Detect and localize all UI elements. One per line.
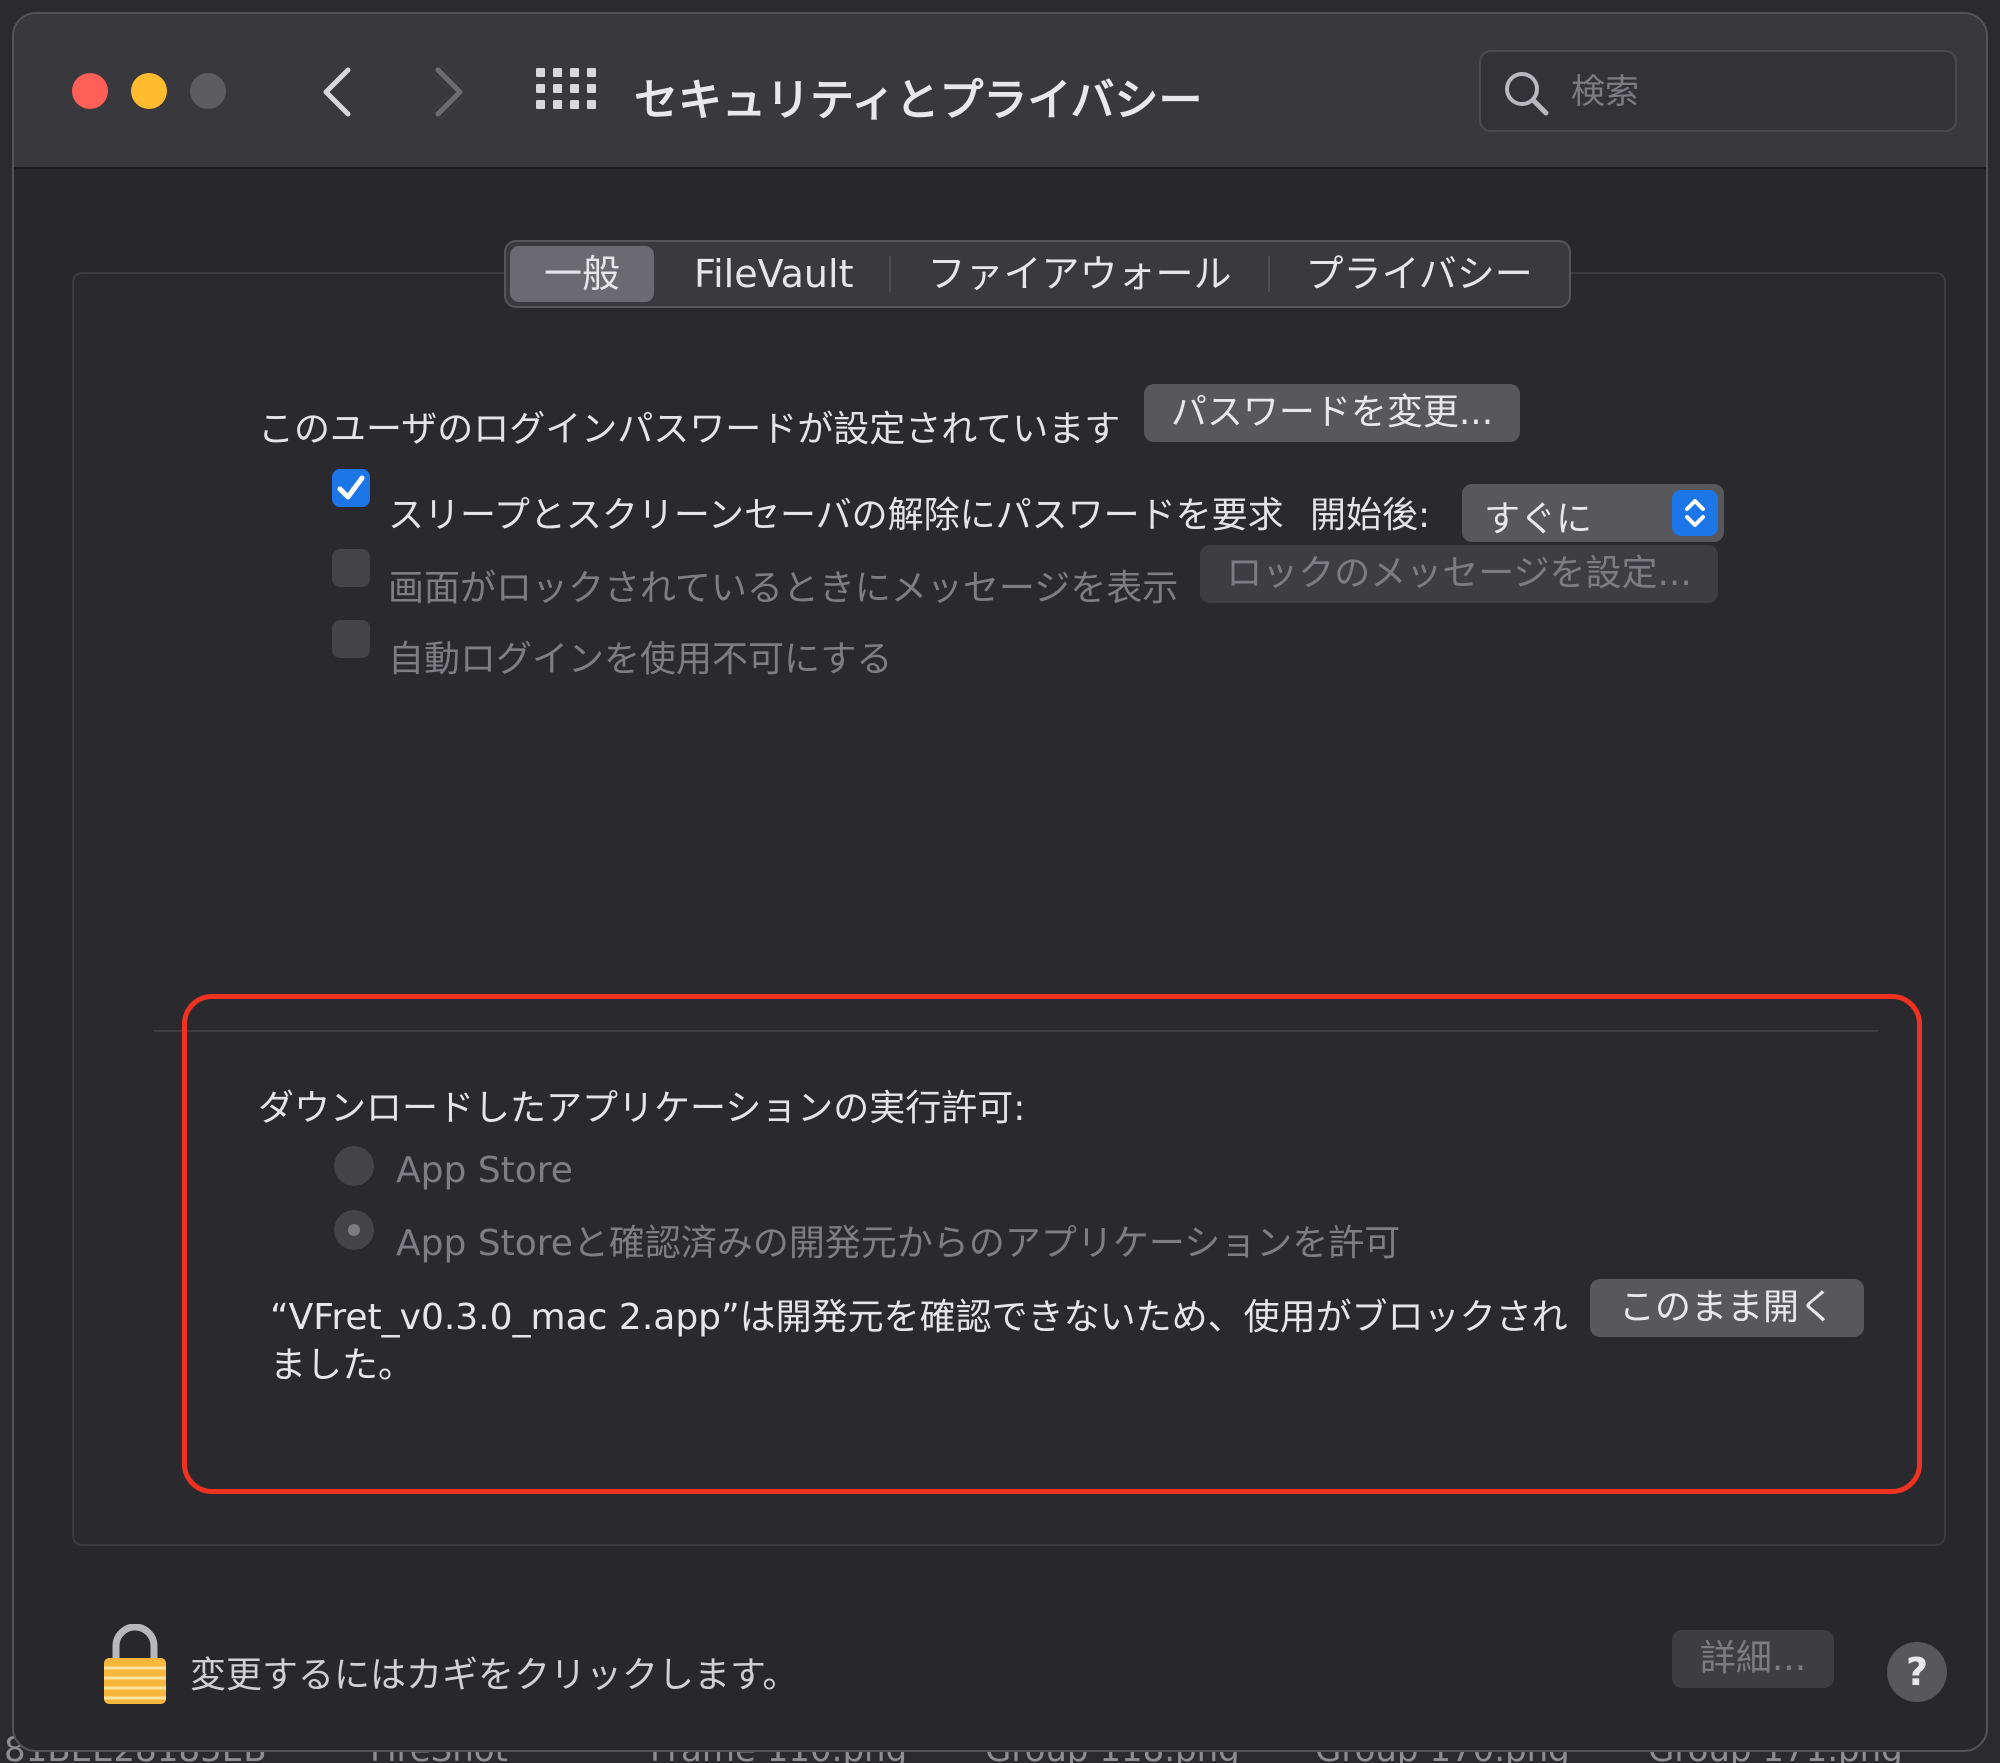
window-title: セキュリティとプライバシー [634,75,1203,126]
help-button[interactable]: ? [1887,1642,1947,1702]
open-anyway-button[interactable]: このまま開く [1590,1279,1864,1337]
radio-app-store-label: App Store [396,1150,573,1191]
tab-general[interactable]: 一般 [510,246,655,302]
password-set-text: このユーザのログインパスワードが設定されています [258,409,1121,450]
select-value: すぐに [1484,499,1593,540]
close-window-button[interactable] [72,73,108,109]
up-down-arrows-icon [1672,490,1718,536]
back-button[interactable] [314,64,364,120]
tab-firewall[interactable]: ファイアウォール [891,242,1267,306]
require-password-checkbox[interactable] [332,469,370,507]
tab-privacy[interactable]: プライバシー [1270,242,1569,306]
radio-app-store[interactable] [334,1146,374,1186]
search-icon [1505,72,1549,116]
checkmark-icon [337,475,365,500]
disable-autologin-checkbox[interactable] [332,620,370,658]
minimize-window-button[interactable] [131,73,167,109]
download-permission-heading: ダウンロードしたアプリケーションの実行許可: [258,1088,1026,1129]
after-label: 開始後: [1310,495,1431,536]
require-password-delay-select[interactable]: すぐに [1462,484,1724,542]
lock-icon[interactable] [100,1623,170,1706]
tab-bar: 一般 FileVault ファイアウォール プライバシー [504,240,1571,308]
disable-autologin-label: 自動ログインを使用不可にする [388,639,893,680]
section-divider [154,1030,1878,1032]
change-password-button[interactable]: パスワードを変更... [1144,384,1520,442]
search-input[interactable] [1569,66,1929,118]
advanced-button[interactable]: 詳細... [1672,1630,1834,1688]
title-bar: セキュリティとプライバシー [14,14,1986,169]
chevron-left-icon [323,67,351,117]
require-password-label: スリープとスクリーンセーバの解除にパスワードを要求 [388,495,1284,536]
radio-app-store-identified-label: App Storeと確認済みの開発元からのアプリケーションを許可 [396,1223,1401,1264]
set-lock-message-button[interactable]: ロックのメッセージを設定... [1200,545,1718,603]
chevron-right-icon [435,67,463,117]
show-all-grid-icon[interactable] [534,66,596,116]
zoom-window-button[interactable] [190,73,226,109]
blocked-app-message: “VFret_v0.3.0_mac 2.app”は開発元を確認できないため、使用… [270,1297,1568,1386]
search-field[interactable] [1479,50,1957,132]
preferences-window: セキュリティとプライバシー 一般 FileVault ファイアウォール プライバ… [12,12,1988,1752]
show-lock-message-checkbox[interactable] [332,549,370,587]
lock-hint-text: 変更するにはカギをクリックします。 [190,1655,799,1696]
radio-app-store-identified[interactable] [334,1210,374,1250]
show-lock-message-label: 画面がロックされているときにメッセージを表示 [388,568,1179,609]
tab-filevault[interactable]: FileVault [658,242,889,306]
forward-button[interactable] [424,64,474,120]
